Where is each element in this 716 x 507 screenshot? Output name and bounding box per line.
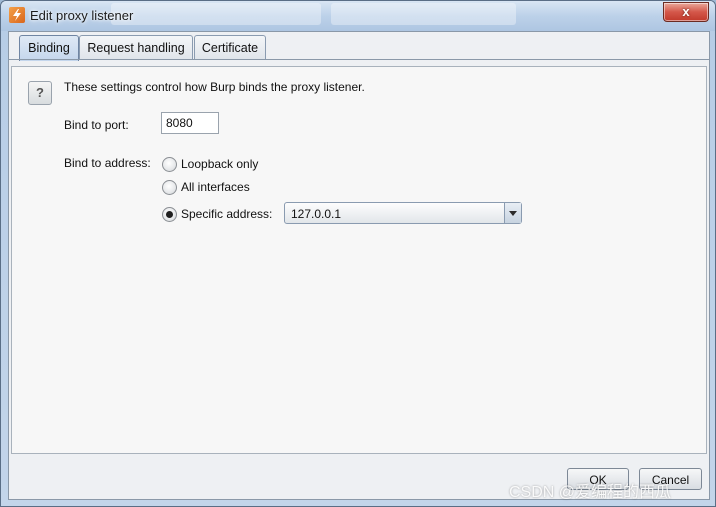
loopback-only-label[interactable]: Loopback only	[181, 157, 258, 171]
specific-address-value: 127.0.0.1	[291, 207, 342, 221]
csdn-watermark: CSDN @爱编程的西瓜	[509, 484, 672, 501]
burp-app-icon	[9, 7, 25, 23]
dialog-content: Binding Request handling Certificate ? T…	[8, 31, 710, 500]
bind-port-label: Bind to port:	[64, 118, 129, 132]
specific-address-dropdown[interactable]: 127.0.0.1	[284, 202, 522, 224]
tab-binding[interactable]: Binding	[19, 35, 79, 61]
port-input[interactable]: 8080	[161, 112, 219, 134]
radio-loopback-only[interactable]	[162, 157, 177, 172]
window-title: Edit proxy listener	[30, 8, 134, 23]
chevron-down-icon[interactable]	[504, 203, 521, 223]
bind-address-label: Bind to address:	[64, 156, 151, 170]
edit-proxy-listener-dialog: Edit proxy listener x Binding Request ha…	[0, 0, 716, 507]
tab-divider	[9, 59, 709, 60]
binding-description: These settings control how Burp binds th…	[64, 80, 365, 94]
help-icon[interactable]: ?	[28, 81, 52, 105]
all-interfaces-label[interactable]: All interfaces	[181, 180, 250, 194]
close-icon: x	[682, 4, 690, 19]
tab-request-handling[interactable]: Request handling	[79, 35, 193, 60]
radio-all-interfaces[interactable]	[162, 180, 177, 195]
background-title-glow	[331, 3, 516, 25]
radio-specific-address[interactable]	[162, 207, 177, 222]
close-button[interactable]: x	[663, 2, 709, 22]
background-title-glow	[111, 3, 321, 25]
title-bar[interactable]: Edit proxy listener x	[1, 1, 715, 31]
binding-panel: ? These settings control how Burp binds …	[11, 66, 707, 454]
specific-address-label[interactable]: Specific address:	[181, 207, 272, 221]
tab-certificate[interactable]: Certificate	[194, 35, 266, 60]
